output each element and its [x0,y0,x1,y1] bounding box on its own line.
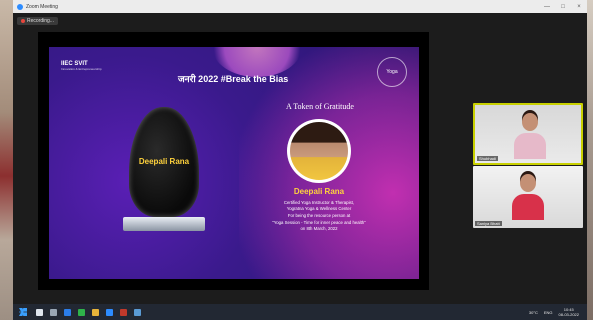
background-photo-left [0,0,13,320]
recipient-portrait [287,119,351,183]
record-icon [21,19,25,23]
weather-text[interactable]: 30°C [529,310,538,315]
title-bar: Zoom Meeting — □ × [13,0,587,13]
language-indicator[interactable]: ENG [544,310,553,315]
caption-line: Certified Yoga Instructor & Therapist, [283,200,355,205]
slide-headline: जनरी 2022 #Break the Bias [178,74,289,84]
caption-line: on 8th March, 2022 [300,226,338,231]
clock-date: 08-03-2022 [558,312,579,317]
maximize-button[interactable]: □ [555,4,571,10]
recording-label: Recording... [27,18,54,24]
participant-avatar [513,113,547,163]
participant-name: Shubhadi [477,156,498,161]
close-button[interactable]: × [571,4,587,10]
trophy-name: Deepali Rana [138,157,190,166]
clock[interactable]: 10:45 08-03-2022 [559,307,579,317]
recipient-name: Deepali Rana [293,187,345,196]
yoga-center-logo: Yoga [377,57,407,87]
windows-start-icon[interactable] [19,308,27,316]
caption-line: For being the resource person at [287,213,351,218]
zoom-taskbar-icon[interactable] [106,308,113,316]
task-view-icon[interactable] [50,308,57,316]
certificate-slide: IIEC SVIT Innovation & Entrepreneurship … [49,47,419,279]
minimize-button[interactable]: — [539,4,555,10]
zoom-window: Zoom Meeting — □ × Recording... IIEC SVI… [13,0,587,304]
trophy-image: Deepali Rana [119,107,209,237]
zoom-app-icon [17,3,23,10]
background-photo-right [587,0,593,320]
edge-icon[interactable] [64,308,71,316]
taskbar-apps [36,308,141,316]
shared-screen: IIEC SVIT Innovation & Entrepreneurship … [38,32,429,290]
gratitude-text: A Token of Gratitude [286,102,354,111]
iiec-logo: IIEC SVIT Innovation & Entrepreneurship [61,61,102,71]
caption-line: Yogratna Yoga & Wellness Center [286,206,352,211]
app-icon[interactable] [120,308,127,316]
window-title: Zoom Meeting [26,3,58,10]
file-explorer-icon[interactable] [92,308,99,316]
portrait-photo [290,122,348,180]
caption-line: "Yoga Session - Time for inner peace and… [272,220,366,225]
participant-name: Saniya Bhatt [475,221,502,226]
trophy-base [123,217,205,231]
app-icon[interactable] [134,308,141,316]
system-tray: 30°C ENG 10:45 08-03-2022 [529,307,579,317]
participant-avatar [511,174,545,228]
participant-tile[interactable]: Saniya Bhatt [473,166,583,228]
chrome-icon[interactable] [78,308,85,316]
search-icon[interactable] [36,308,43,316]
participant-tile-active[interactable]: Shubhadi [473,103,583,165]
windows-taskbar: 30°C ENG 10:45 08-03-2022 [13,304,587,320]
recording-indicator[interactable]: Recording... [17,17,58,25]
